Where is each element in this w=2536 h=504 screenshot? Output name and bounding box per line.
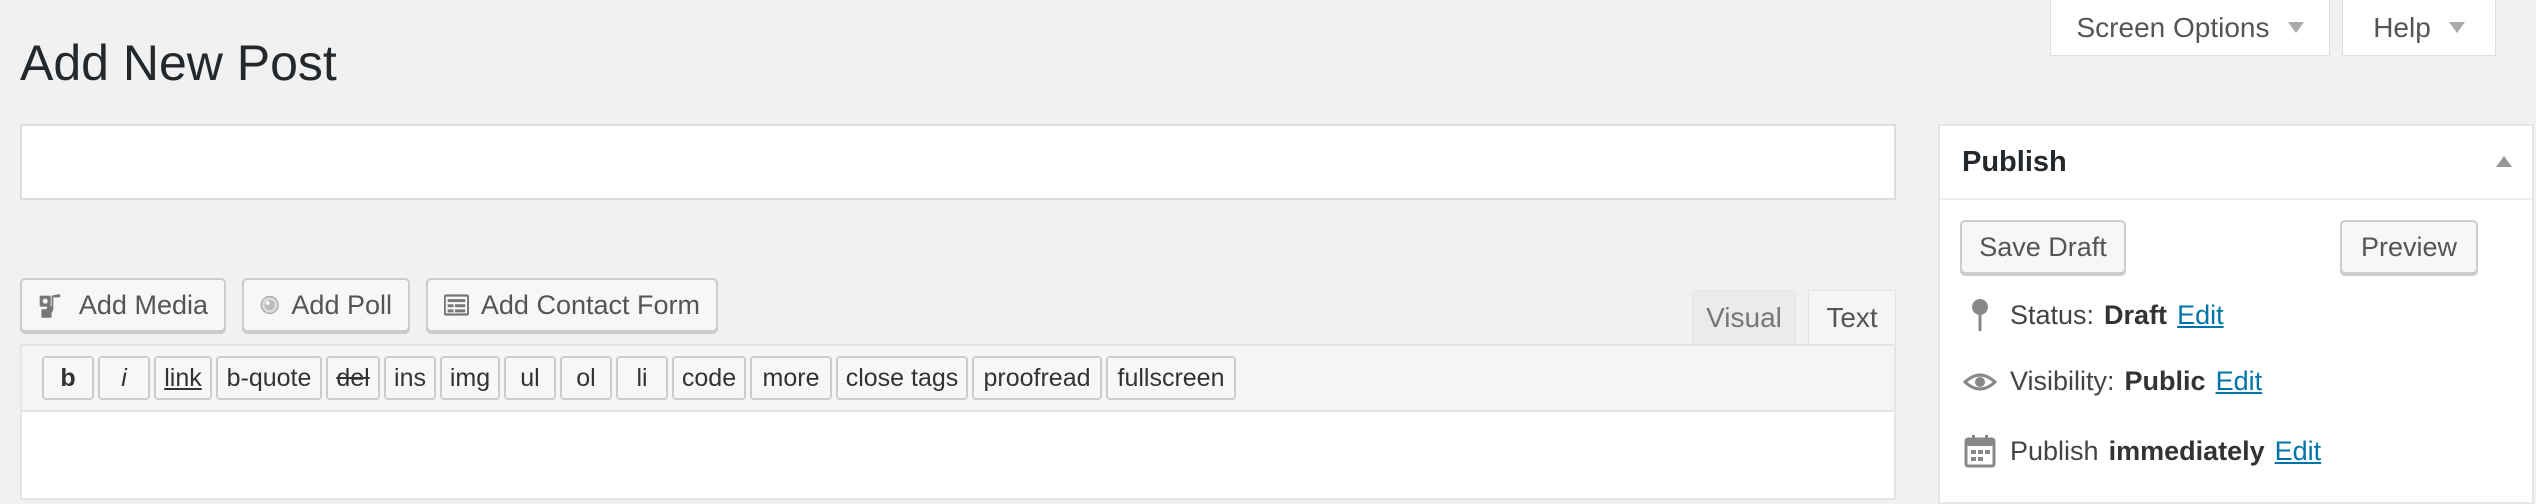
status-label: Status: <box>2010 299 2095 330</box>
pin-icon <box>1960 298 2000 332</box>
collapse-toggle-icon[interactable] <box>2496 156 2512 167</box>
calendar-icon <box>1960 434 2000 468</box>
eye-icon <box>1960 371 2000 393</box>
visibility-label: Visibility: <box>2010 366 2115 396</box>
post-content-textarea[interactable] <box>20 410 1896 500</box>
status-edit-link[interactable]: Edit <box>2177 300 2224 331</box>
add-media-label: Add Media <box>78 289 208 320</box>
add-poll-label: Add Poll <box>291 289 392 320</box>
screen-options-label: Screen Options <box>2076 11 2270 43</box>
qt-fullscreen-button[interactable]: fullscreen <box>1106 356 1236 400</box>
page-title: Add New Post <box>20 35 337 91</box>
visibility-row: Visibility: Public Edit <box>1960 366 2262 397</box>
quicktags-toolbar: b i link b-quote del ins img ul ol li co… <box>20 344 1896 410</box>
qt-li-button[interactable]: li <box>616 356 668 400</box>
status-row: Status: Draft Edit <box>1960 298 2224 332</box>
post-title-input[interactable] <box>20 124 1896 200</box>
add-media-icon <box>39 293 61 318</box>
qt-bold-button[interactable]: b <box>42 356 94 400</box>
qt-proofread-button[interactable]: proofread <box>972 356 1102 400</box>
help-button[interactable]: Help <box>2342 0 2496 56</box>
qt-code-button[interactable]: code <box>672 356 746 400</box>
qt-del-button[interactable]: del <box>326 356 380 400</box>
chevron-down-icon <box>2287 22 2304 33</box>
qt-bquote-button[interactable]: b-quote <box>216 356 322 400</box>
qt-more-button[interactable]: more <box>750 356 832 400</box>
qt-link-button[interactable]: link <box>154 356 212 400</box>
tab-visual[interactable]: Visual <box>1692 290 1796 346</box>
tab-text-label: Text <box>1826 302 1878 333</box>
status-value: Draft <box>2104 299 2168 330</box>
visibility-value: Public <box>2124 366 2206 396</box>
save-draft-button[interactable]: Save Draft <box>1960 220 2126 274</box>
publish-box-header[interactable]: Publish <box>1940 126 2532 200</box>
tab-visual-label: Visual <box>1706 302 1782 333</box>
add-media-button[interactable]: Add Media <box>20 278 226 332</box>
screen-options-button[interactable]: Screen Options <box>2050 0 2330 56</box>
chevron-down-icon <box>2448 22 2465 33</box>
contact-form-icon <box>444 294 469 316</box>
help-label: Help <box>2373 11 2431 43</box>
qt-img-button[interactable]: img <box>440 356 500 400</box>
publish-schedule-row: Publish immediately Edit <box>1960 434 2321 468</box>
publish-schedule-value: immediately <box>2108 435 2265 466</box>
publish-schedule-edit-link[interactable]: Edit <box>2275 436 2322 467</box>
visibility-edit-link[interactable]: Edit <box>2216 366 2263 397</box>
add-contact-form-label: Add Contact Form <box>480 289 700 320</box>
poll-icon <box>260 295 279 315</box>
tab-text[interactable]: Text <box>1808 290 1896 346</box>
add-contact-form-button[interactable]: Add Contact Form <box>426 278 718 332</box>
qt-ul-button[interactable]: ul <box>504 356 556 400</box>
qt-italic-button[interactable]: i <box>98 356 150 400</box>
qt-ins-button[interactable]: ins <box>384 356 436 400</box>
publish-box: Publish Save Draft Preview Status: Draft… <box>1938 124 2534 504</box>
qt-close-tags-button[interactable]: close tags <box>836 356 968 400</box>
publish-schedule-label: Publish <box>2010 435 2099 466</box>
publish-box-title: Publish <box>1962 146 2067 178</box>
preview-button[interactable]: Preview <box>2340 220 2478 274</box>
qt-ol-button[interactable]: ol <box>560 356 612 400</box>
add-poll-button[interactable]: Add Poll <box>242 278 410 332</box>
